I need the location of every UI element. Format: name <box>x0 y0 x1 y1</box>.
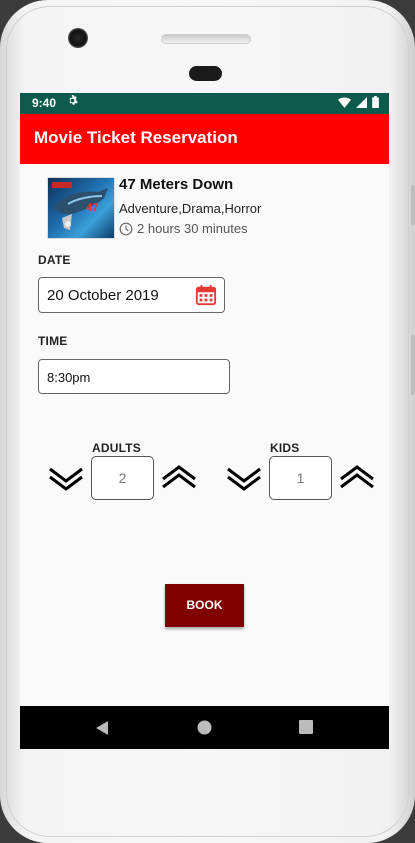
poster-text: 47 <box>86 202 99 214</box>
movie-genres: Adventure,Drama,Horror <box>119 201 262 216</box>
app-bar: Movie Ticket Reservation <box>20 114 389 164</box>
chevron-up-icon[interactable] <box>339 464 375 492</box>
time-label: TIME <box>38 334 68 348</box>
status-icons <box>338 96 379 108</box>
proximity-sensor <box>189 66 222 81</box>
app-title: Movie Ticket Reservation <box>34 128 238 147</box>
clock-icon <box>119 222 133 235</box>
chevron-up-icon[interactable] <box>161 464 197 492</box>
movie-poster: 47 <box>47 177 115 239</box>
battery-icon <box>372 96 379 108</box>
volume-button <box>411 185 415 225</box>
adults-count[interactable]: 2 <box>91 456 154 500</box>
time-field[interactable]: 8:30pm <box>38 359 230 394</box>
signal-icon <box>356 96 367 108</box>
gear-icon <box>67 95 78 111</box>
chevron-down-icon[interactable] <box>48 464 84 492</box>
wifi-icon <box>338 96 351 108</box>
status-time: 9:40 <box>32 96 57 110</box>
kids-count[interactable]: 1 <box>269 456 332 500</box>
movie-duration: 2 hours 30 minutes <box>137 221 248 236</box>
back-icon[interactable] <box>95 720 109 736</box>
phone-frame: 9:40 Movie Ticket Reservation 47 47 Mete… <box>0 0 415 843</box>
earpiece-speaker <box>161 34 251 44</box>
movie-duration-row: 2 hours 30 minutes <box>119 221 248 236</box>
book-button[interactable]: BOOK <box>165 584 244 627</box>
adults-label: ADULTS <box>92 441 141 455</box>
navigation-bar <box>20 706 389 749</box>
date-label: DATE <box>38 253 71 267</box>
movie-title: 47 Meters Down <box>119 176 234 193</box>
kids-label: KIDS <box>270 441 300 455</box>
poster-art <box>52 182 108 230</box>
chevron-down-icon[interactable] <box>226 464 262 492</box>
power-button <box>411 335 415 395</box>
date-value: 20 October 2019 <box>47 287 159 304</box>
front-camera <box>68 28 88 48</box>
recents-icon[interactable] <box>299 720 313 734</box>
home-icon[interactable] <box>197 720 212 735</box>
date-field[interactable]: 20 October 2019 <box>38 277 225 313</box>
time-value: 8:30pm <box>47 370 91 385</box>
status-bar: 9:40 <box>20 93 389 114</box>
screen: 9:40 Movie Ticket Reservation 47 47 Mete… <box>20 93 389 749</box>
calendar-icon[interactable] <box>195 284 217 306</box>
